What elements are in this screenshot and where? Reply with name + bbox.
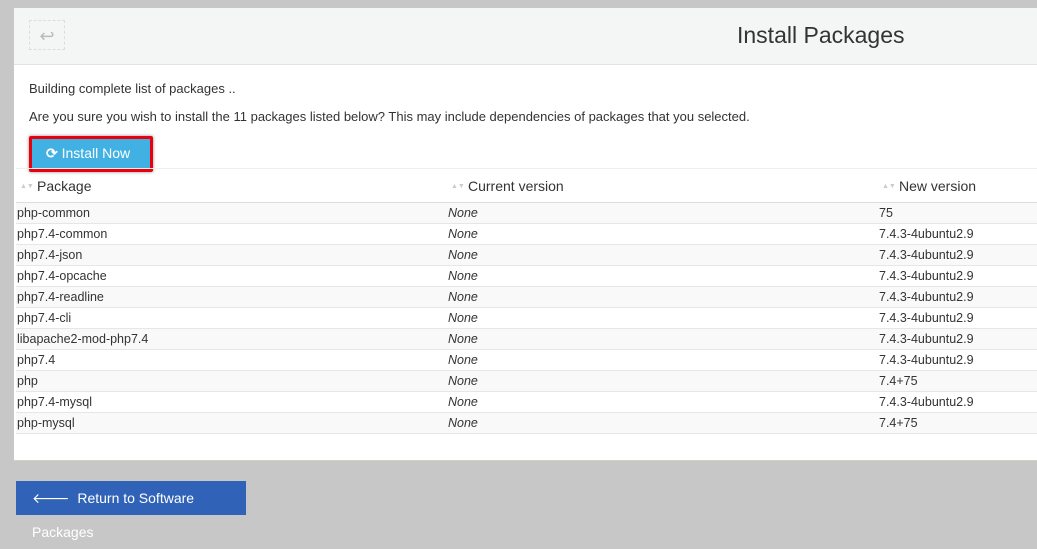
current-version: None bbox=[447, 349, 878, 371]
current-version: None bbox=[447, 370, 878, 392]
new-version: 7.4+75 bbox=[878, 412, 1037, 434]
current-version: None bbox=[447, 286, 878, 308]
current-version: None bbox=[447, 223, 878, 245]
arrow-left-icon: 🡐 bbox=[32, 490, 70, 506]
new-version: 7.4.3-4ubuntu2.9 bbox=[878, 328, 1037, 350]
new-version: 7.4.3-4ubuntu2.9 bbox=[878, 286, 1037, 308]
table-row: php7.4-mysql None 7.4.3-4ubuntu2.9 bbox=[16, 391, 1037, 413]
new-version: 7.4.3-4ubuntu2.9 bbox=[878, 244, 1037, 266]
table-row: php7.4 None 7.4.3-4ubuntu2.9 bbox=[16, 349, 1037, 371]
install-now-button[interactable]: ⟳ Install Now bbox=[32, 139, 150, 169]
refresh-icon: ⟳ bbox=[46, 145, 58, 161]
package-name: libapache2-mod-php7.4 bbox=[16, 328, 447, 350]
current-version: None bbox=[447, 202, 878, 224]
current-version: None bbox=[447, 412, 878, 434]
package-name: php7.4-json bbox=[16, 244, 447, 266]
new-version: 7.4.3-4ubuntu2.9 bbox=[878, 349, 1037, 371]
new-version: 7.4+75 bbox=[878, 370, 1037, 392]
current-version: None bbox=[447, 265, 878, 287]
package-name: php7.4-opcache bbox=[16, 265, 447, 287]
table-row: libapache2-mod-php7.4 None 7.4.3-4ubuntu2.… bbox=[16, 328, 1037, 350]
package-name: php7.4 bbox=[16, 349, 447, 371]
package-name: php-common bbox=[16, 202, 447, 224]
package-name: php7.4-readline bbox=[16, 286, 447, 308]
package-name: php7.4-common bbox=[16, 223, 447, 245]
install-highlight: ⟳ Install Now bbox=[29, 136, 153, 172]
packages-table: ▲▼ Package ▲▼ Current version ▲▼ New version … bbox=[16, 168, 1037, 434]
new-version: 7.4.3-4ubuntu2.9 bbox=[878, 391, 1037, 413]
new-version: 7.4.3-4ubuntu2.9 bbox=[878, 223, 1037, 245]
current-version: None bbox=[447, 244, 878, 266]
table-row: php7.4-json None 7.4.3-4ubuntu2.9 bbox=[16, 244, 1037, 266]
table-row: php-mysql None 7.4+75 bbox=[16, 412, 1037, 434]
table-row: php None 7.4+75 bbox=[16, 370, 1037, 392]
column-header[interactable]: ▲▼ Package bbox=[16, 168, 447, 203]
new-version: 75 bbox=[878, 202, 1037, 224]
panel-header: ↩ Install Packages bbox=[14, 8, 1037, 65]
sort-icon: ▲▼ bbox=[451, 182, 465, 190]
page-title: Install Packages bbox=[737, 22, 905, 48]
package-name: php7.4-cli bbox=[16, 307, 447, 329]
status-text: Building complete list of packages .. bbox=[29, 81, 236, 96]
return-arrow-icon: ↩ bbox=[39, 26, 55, 46]
table-row: php7.4-cli None 7.4.3-4ubuntu2.9 bbox=[16, 307, 1037, 329]
table-row: php-common None 75 bbox=[16, 202, 1037, 224]
sort-icon: ▲▼ bbox=[20, 182, 34, 190]
table-row: php7.4-opcache None 7.4.3-4ubuntu2.9 bbox=[16, 265, 1037, 287]
column-header[interactable]: ▲▼ Current version bbox=[447, 168, 878, 203]
new-version: 7.4.3-4ubuntu2.9 bbox=[878, 265, 1037, 287]
return-button[interactable]: 🡐 Return to Software Packages bbox=[16, 481, 246, 540]
current-version: None bbox=[447, 391, 878, 413]
current-version: None bbox=[447, 328, 878, 350]
back-button[interactable]: ↩ bbox=[29, 20, 65, 50]
new-version: 7.4.3-4ubuntu2.9 bbox=[878, 307, 1037, 329]
table-row: php7.4-common None 7.4.3-4ubuntu2.9 bbox=[16, 223, 1037, 245]
current-version: None bbox=[447, 307, 878, 329]
package-name: php-mysql bbox=[16, 412, 447, 434]
table-row: php7.4-readline None 7.4.3-4ubuntu2.9 bbox=[16, 286, 1037, 308]
package-name: php bbox=[16, 370, 447, 392]
column-header[interactable]: ▲▼ New version bbox=[878, 168, 1037, 203]
confirm-text: Are you sure you wish to install the 11 … bbox=[29, 109, 750, 124]
sort-icon: ▲▼ bbox=[882, 182, 896, 190]
package-name: php7.4-mysql bbox=[16, 391, 447, 413]
